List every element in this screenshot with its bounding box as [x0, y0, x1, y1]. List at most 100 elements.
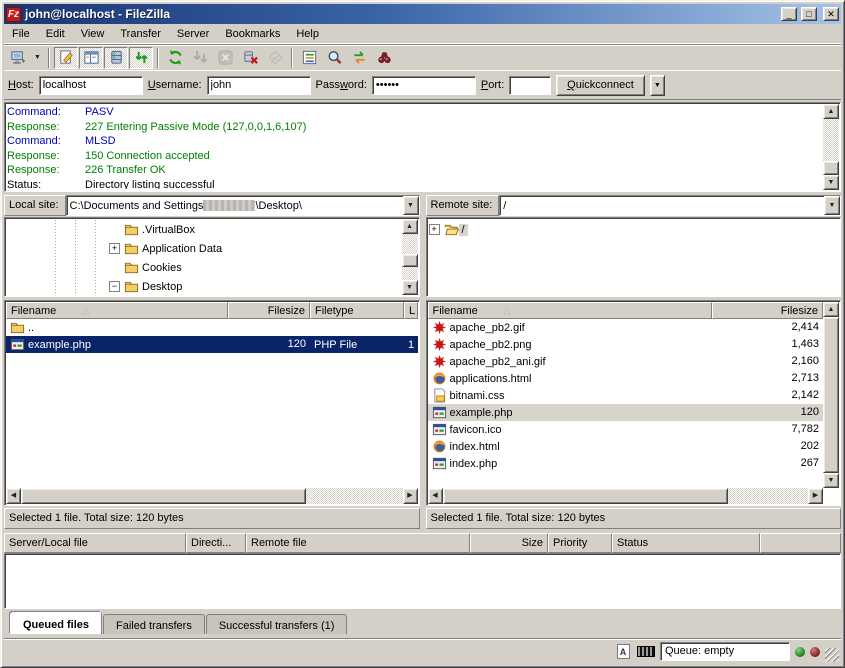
column-header-filename[interactable]: Filename△ — [428, 302, 712, 319]
file-row[interactable]: apache_pb2.gif2,414 — [428, 319, 824, 336]
file-size: 120 — [228, 336, 310, 353]
local-site-combobox[interactable]: C:\Documents and Settings\Desktop\ ▼ — [66, 195, 420, 216]
file-row[interactable]: example.php120 — [428, 404, 824, 421]
menu-bookmarks[interactable]: Bookmarks — [217, 26, 288, 42]
filter-button[interactable] — [297, 47, 321, 69]
remote-site-dropdown-icon[interactable]: ▼ — [824, 196, 840, 215]
scroll-up-icon[interactable]: ▲ — [823, 104, 839, 119]
message-log-vertical-scrollbar[interactable]: ▲ ▼ — [823, 104, 839, 190]
site-manager-button[interactable] — [6, 47, 30, 69]
file-row[interactable]: index.html202 — [428, 438, 824, 455]
scroll-right-icon[interactable]: ▶ — [808, 488, 823, 504]
column-header-server-local-file[interactable]: Server/Local file — [4, 533, 186, 553]
collapse-icon[interactable]: − — [109, 281, 120, 292]
scrollbar-thumb[interactable] — [443, 488, 728, 504]
username-input[interactable] — [207, 76, 311, 95]
filter-icon — [301, 49, 318, 66]
toggle-message-log-button[interactable] — [54, 47, 78, 69]
sort-ascending-icon: △ — [82, 305, 89, 316]
menu-transfer[interactable]: Transfer — [112, 26, 169, 42]
process-queue-button[interactable] — [188, 47, 212, 69]
queue-status-text: Queue: empty — [660, 642, 790, 661]
scrollbar-thumb[interactable] — [402, 254, 418, 267]
directory-comparison-button[interactable] — [322, 47, 346, 69]
file-name: bitnami.css — [428, 388, 712, 403]
column-header-filesize[interactable]: Filesize — [712, 302, 824, 319]
column-header-filename[interactable]: Filename△ — [6, 302, 228, 319]
scroll-down-icon[interactable]: ▼ — [823, 473, 839, 488]
local-tree-vertical-scrollbar[interactable]: ▲ ▼ — [402, 219, 418, 295]
scroll-up-icon[interactable]: ▲ — [823, 302, 839, 317]
synchronized-browsing-button[interactable] — [347, 47, 371, 69]
disconnect-button[interactable] — [238, 47, 262, 69]
quickconnect-dropdown[interactable]: ▼ — [650, 75, 665, 96]
tab-failed-transfers[interactable]: Failed transfers — [103, 614, 205, 634]
column-header-size[interactable]: Size — [470, 533, 548, 553]
app-icon — [10, 337, 25, 352]
column-header-blank[interactable] — [760, 533, 841, 553]
image-icon — [432, 354, 447, 369]
tree-item[interactable]: +/ — [429, 220, 839, 239]
scroll-left-icon[interactable]: ◀ — [6, 488, 21, 504]
cancel-button[interactable] — [213, 47, 237, 69]
scrollbar-thumb[interactable] — [823, 317, 839, 473]
toggle-remote-tree-button[interactable] — [104, 47, 128, 69]
tab-successful-transfers-1-[interactable]: Successful transfers (1) — [206, 614, 348, 634]
minimize-button[interactable]: _ — [781, 7, 797, 21]
column-header-filesize[interactable]: Filesize — [228, 302, 310, 319]
scroll-right-icon[interactable]: ▶ — [403, 488, 418, 504]
file-row[interactable]: applications.html2,713 — [428, 370, 824, 387]
site-manager-icon — [10, 49, 27, 66]
maximize-button[interactable]: □ — [801, 7, 817, 21]
tree-item[interactable]: .VirtualBox — [7, 220, 401, 239]
scrollbar-thumb[interactable] — [823, 161, 839, 175]
column-header-directi-[interactable]: Directi... — [186, 533, 246, 553]
tab-queued-files[interactable]: Queued files — [10, 612, 102, 634]
site-manager-dropdown-icon[interactable]: ▼ — [31, 47, 44, 69]
resize-grip[interactable] — [825, 648, 839, 662]
column-header-l[interactable]: L — [404, 302, 418, 319]
file-row[interactable]: favicon.ico7,782 — [428, 421, 824, 438]
remote-list-vertical-scrollbar[interactable]: ▲ ▼ — [823, 302, 839, 488]
scroll-up-icon[interactable]: ▲ — [402, 219, 418, 234]
queue-list[interactable] — [4, 553, 841, 609]
close-button[interactable]: ✕ — [823, 7, 839, 21]
local-site-dropdown-icon[interactable]: ▼ — [403, 196, 419, 215]
scroll-left-icon[interactable]: ◀ — [428, 488, 443, 504]
expand-icon[interactable]: + — [109, 243, 120, 254]
scrollbar-thumb[interactable] — [21, 488, 306, 504]
tree-item[interactable]: Cookies — [7, 258, 401, 277]
search-button[interactable] — [372, 47, 396, 69]
local-list-horizontal-scrollbar[interactable]: ◀ ▶ — [6, 488, 418, 504]
password-input[interactable] — [372, 76, 476, 95]
menu-file[interactable]: File — [4, 26, 38, 42]
refresh-button[interactable] — [163, 47, 187, 69]
column-header-remote-file[interactable]: Remote file — [246, 533, 470, 553]
menu-help[interactable]: Help — [288, 26, 327, 42]
column-header-filetype[interactable]: Filetype — [310, 302, 404, 319]
file-row[interactable]: apache_pb2.png1,463 — [428, 336, 824, 353]
quickconnect-button[interactable]: Quickconnect — [556, 75, 645, 96]
expand-icon[interactable]: + — [429, 224, 440, 235]
file-row[interactable]: bitnami.css2,142 — [428, 387, 824, 404]
file-row[interactable]: index.php267 — [428, 455, 824, 472]
tree-item[interactable]: +Application Data — [7, 239, 401, 258]
menu-server[interactable]: Server — [169, 26, 217, 42]
column-header-priority[interactable]: Priority — [548, 533, 612, 553]
file-row[interactable]: .. — [6, 319, 418, 336]
reconnect-button[interactable] — [263, 47, 287, 69]
file-row[interactable]: example.php120PHP File1 — [6, 336, 418, 353]
file-row[interactable]: apache_pb2_ani.gif2,160 — [428, 353, 824, 370]
menu-edit[interactable]: Edit — [38, 26, 73, 42]
scroll-down-icon[interactable]: ▼ — [823, 175, 839, 190]
toggle-queue-button[interactable] — [129, 47, 153, 69]
remote-site-combobox[interactable]: / ▼ — [499, 195, 841, 216]
remote-list-horizontal-scrollbar[interactable]: ◀ ▶ — [428, 488, 824, 504]
menu-view[interactable]: View — [73, 26, 113, 42]
port-input[interactable] — [509, 76, 551, 95]
scroll-down-icon[interactable]: ▼ — [402, 280, 418, 295]
host-input[interactable] — [39, 76, 143, 95]
tree-item[interactable]: −Desktop — [7, 277, 401, 294]
column-header-status[interactable]: Status — [612, 533, 760, 553]
toggle-local-tree-button[interactable] — [79, 47, 103, 69]
